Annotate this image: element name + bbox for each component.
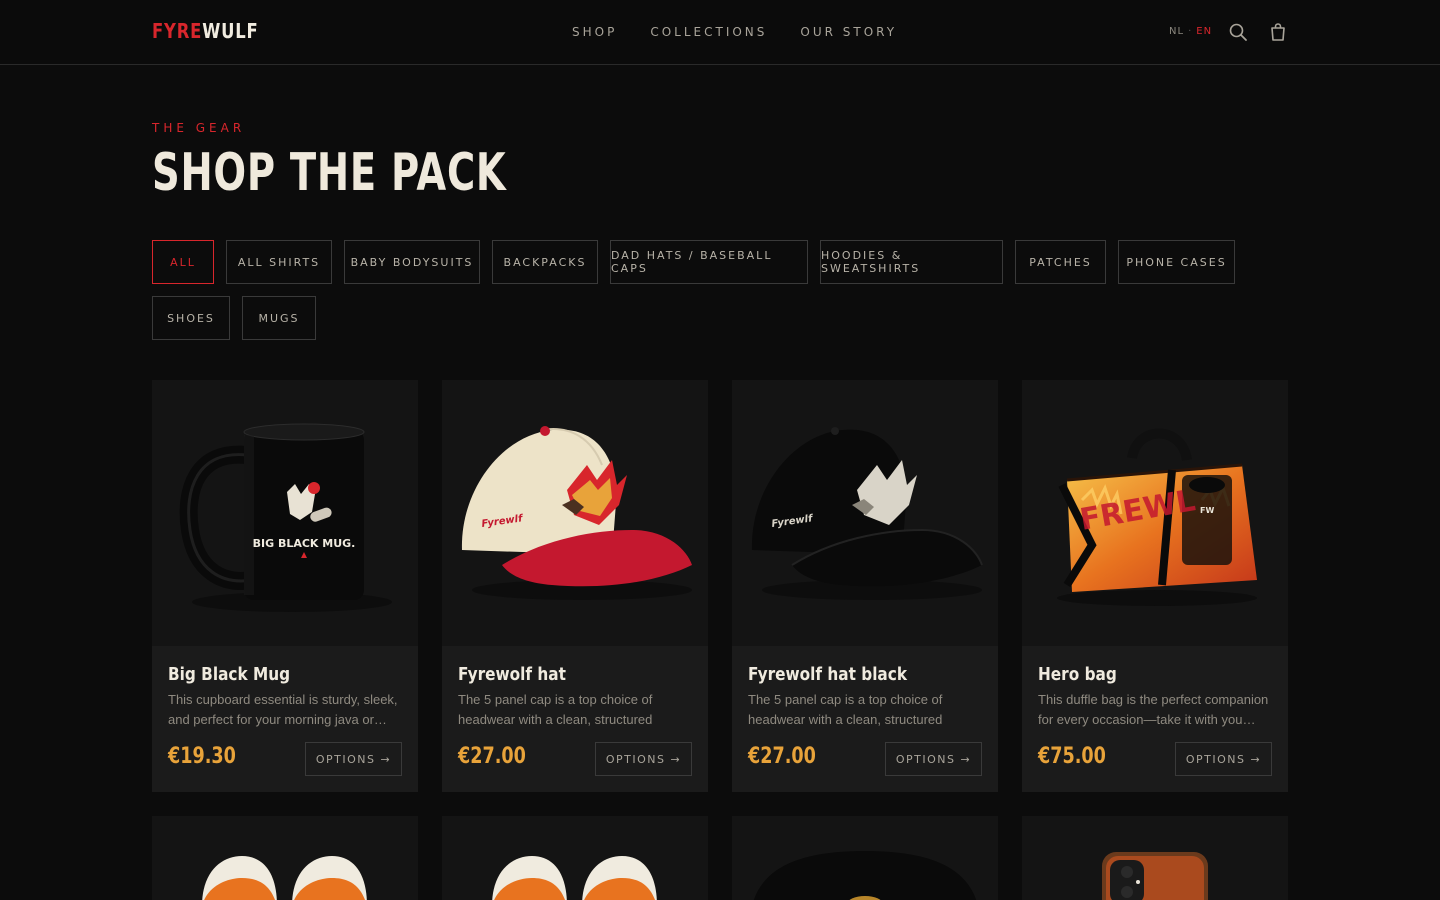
options-button[interactable]: OPTIONS → <box>305 742 402 776</box>
product-image-bag[interactable]: FW FREWL <box>1022 380 1288 646</box>
product-card[interactable]: Fyrewlf Fyrewolf hat The 5 panel cap is … <box>442 380 708 792</box>
language-switcher: NL · EN <box>1169 26 1212 37</box>
product-name[interactable]: Hero bag <box>1038 664 1117 685</box>
lang-en[interactable]: EN <box>1196 26 1212 37</box>
logo-part-wulf: WULF <box>202 19 259 43</box>
site-header: FYREWULF SHOP COLLECTIONS OUR STORY NL · E… <box>0 0 1440 65</box>
product-price: €27.00 <box>748 744 816 769</box>
page-title: SHOP THE PACK <box>152 143 507 203</box>
filter-shoes[interactable]: SHOES <box>152 296 230 340</box>
product-name[interactable]: Fyrewolf hat <box>458 664 566 685</box>
product-price: €75.00 <box>1038 744 1106 769</box>
product-card[interactable]: BIG BLACK MUG. Big Black Mug This cupboa… <box>152 380 418 792</box>
product-description: The 5 panel cap is a top choice of headw… <box>748 692 943 727</box>
filter-dad-hats[interactable]: DAD HATS / BASEBALL CAPS <box>610 240 808 284</box>
logo-part-fyre: FYRE <box>152 19 203 43</box>
product-price: €19.30 <box>168 744 236 769</box>
nav-collections[interactable]: COLLECTIONS <box>650 25 767 39</box>
product-name[interactable]: Big Black Mug <box>168 664 290 685</box>
product-description: The 5 panel cap is a top choice of headw… <box>458 692 653 727</box>
shopping-bag-icon[interactable] <box>1268 22 1288 42</box>
nav-our-story[interactable]: OUR STORY <box>800 25 897 39</box>
options-button[interactable]: OPTIONS → <box>595 742 692 776</box>
product-card-partial[interactable] <box>152 816 418 900</box>
product-image-hat[interactable]: Fyrewlf <box>442 380 708 646</box>
main-nav: SHOP COLLECTIONS OUR STORY <box>572 25 897 39</box>
search-icon[interactable] <box>1228 22 1248 42</box>
product-name[interactable]: Fyrewolf hat black <box>748 664 907 685</box>
lang-nl[interactable]: NL <box>1169 26 1184 37</box>
product-description: This cupboard essential is sturdy, sleek… <box>168 692 398 727</box>
brand-logo[interactable]: FYREWULF <box>152 19 259 43</box>
filter-mugs[interactable]: MUGS <box>242 296 316 340</box>
product-card-partial[interactable] <box>732 816 998 900</box>
filter-backpacks[interactable]: BACKPACKS <box>492 240 598 284</box>
product-card-partial[interactable] <box>1022 816 1288 900</box>
mug-print-text: BIG BLACK MUG. <box>253 537 356 550</box>
filter-hoodies[interactable]: HOODIES & SWEATSHIRTS <box>820 240 1003 284</box>
product-card-partial[interactable] <box>442 816 708 900</box>
section-eyebrow: THE GEAR <box>152 121 246 135</box>
filter-all[interactable]: ALL <box>152 240 214 284</box>
product-image-mug[interactable]: BIG BLACK MUG. <box>152 380 418 646</box>
product-image-hat-black[interactable]: Fyrewlf <box>732 380 998 646</box>
filter-all-shirts[interactable]: ALL SHIRTS <box>226 240 332 284</box>
lang-separator: · <box>1188 26 1193 37</box>
nav-shop[interactable]: SHOP <box>572 25 617 39</box>
product-price: €27.00 <box>458 744 526 769</box>
product-card[interactable]: FW FREWL Hero bag This duffle bag is the… <box>1022 380 1288 792</box>
product-card[interactable]: Fyrewlf Fyrewolf hat black The 5 panel c… <box>732 380 998 792</box>
filter-phone-cases[interactable]: PHONE CASES <box>1118 240 1235 284</box>
options-button[interactable]: OPTIONS → <box>1175 742 1272 776</box>
filter-patches[interactable]: PATCHES <box>1015 240 1106 284</box>
options-button[interactable]: OPTIONS → <box>885 742 982 776</box>
product-description: This duffle bag is the perfect companion… <box>1038 692 1269 727</box>
svg-text:FW: FW <box>1200 506 1214 515</box>
filter-baby-bodysuits[interactable]: BABY BODYSUITS <box>344 240 480 284</box>
